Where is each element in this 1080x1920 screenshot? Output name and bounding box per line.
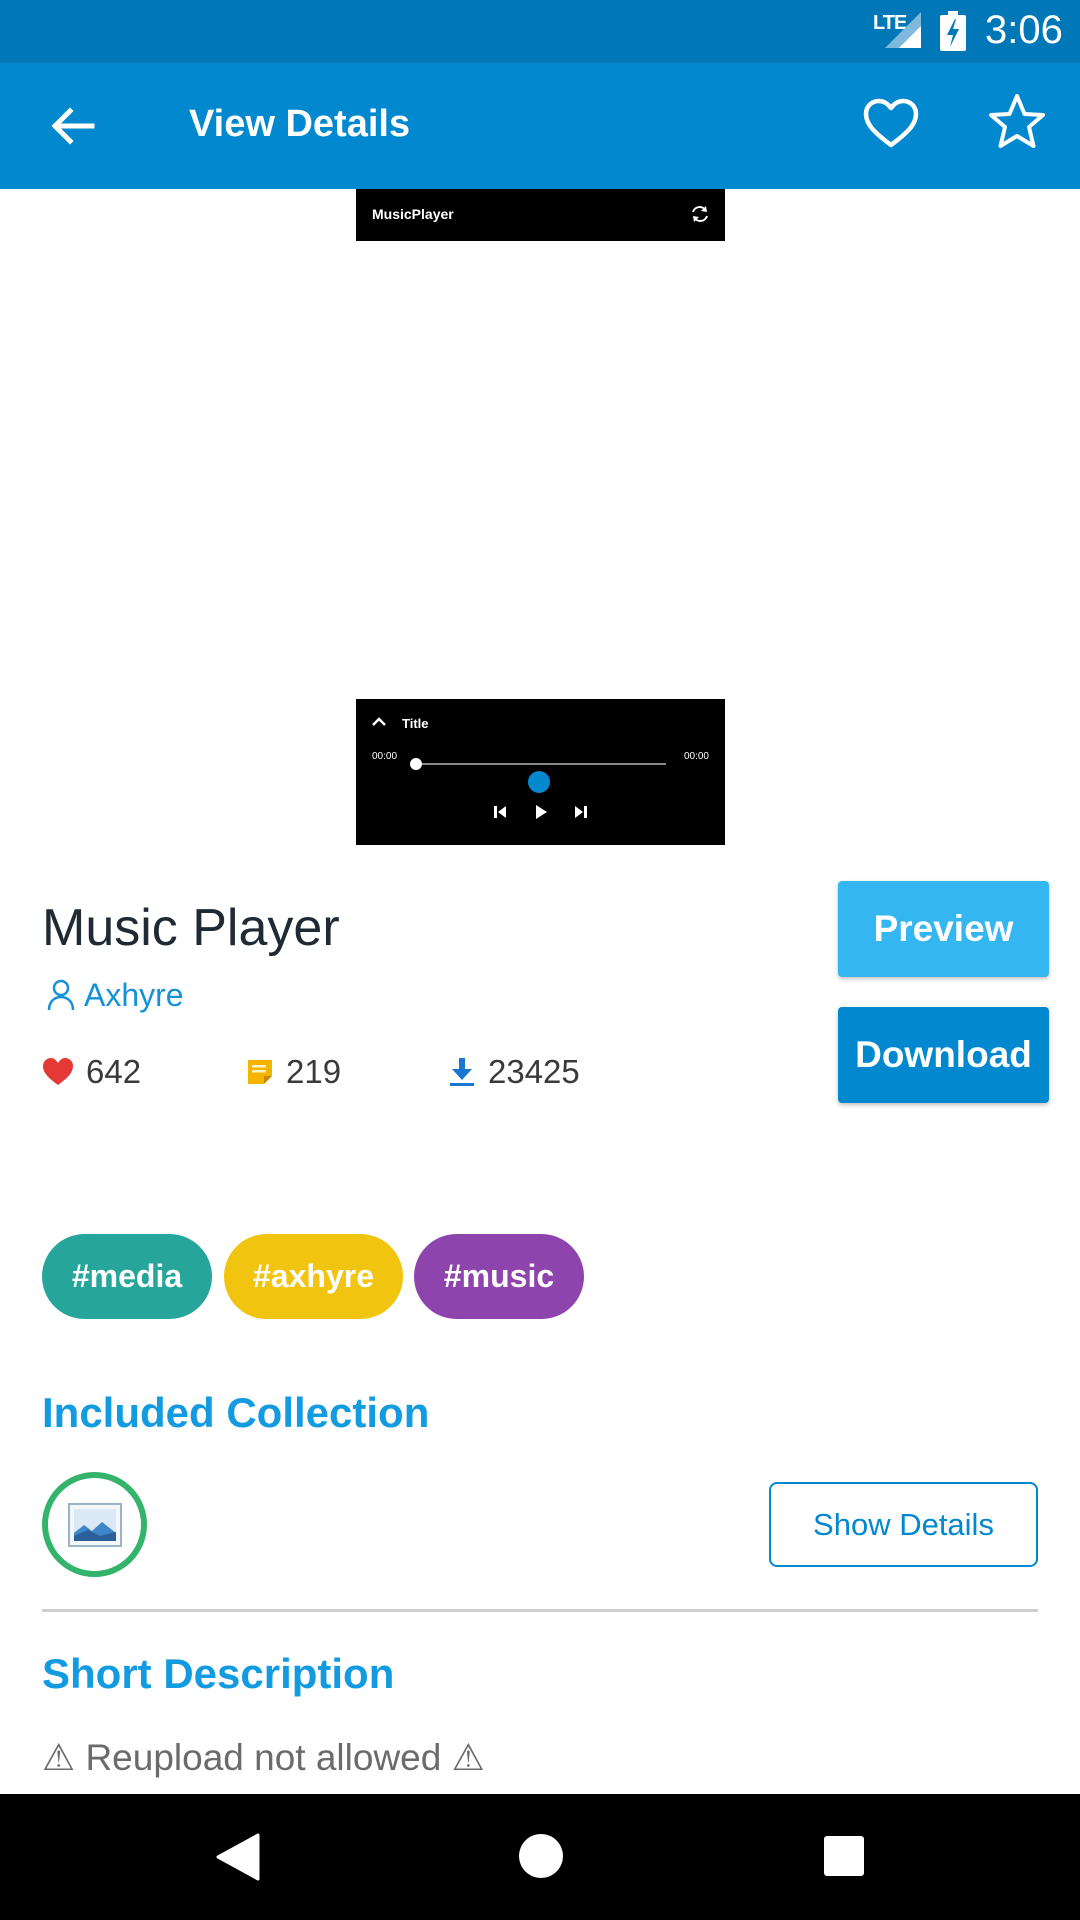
heart-icon	[43, 1058, 73, 1085]
preview-player: Title 00:00 00:00	[356, 699, 725, 845]
author-link[interactable]: Axhyre	[46, 975, 184, 1015]
status-bar: LTE 3:06	[0, 0, 1080, 63]
included-collection-heading: Included Collection	[42, 1389, 430, 1436]
downloads-stat: 23425	[448, 1050, 580, 1094]
app-bar: View Details	[0, 63, 1080, 189]
nav-home-icon[interactable]	[519, 1834, 563, 1878]
skip-next-icon	[575, 806, 587, 818]
download-icon	[450, 1058, 474, 1086]
description-text: ⚠ Reupload not allowed ⚠	[42, 1737, 485, 1778]
heart-outline-icon[interactable]	[860, 93, 922, 155]
nav-recents-icon[interactable]	[824, 1836, 864, 1876]
navigation-bar	[0, 1794, 1080, 1920]
tag-music[interactable]: #music	[414, 1234, 584, 1319]
tag-axhyre[interactable]: #axhyre	[224, 1234, 403, 1319]
short-description-heading: Short Description	[42, 1650, 395, 1697]
comments-count: 219	[286, 1053, 342, 1090]
battery-charging-icon	[940, 11, 966, 51]
seek-bar	[416, 763, 666, 765]
play-icon	[536, 805, 547, 819]
person-icon	[47, 979, 75, 1011]
image-placeholder-icon	[67, 1502, 122, 1547]
player-indicator	[528, 771, 550, 793]
skip-previous-icon	[494, 806, 506, 818]
downloads-count: 23425	[488, 1053, 580, 1090]
likes-count: 642	[86, 1053, 142, 1090]
signal-icon	[885, 12, 921, 48]
seek-thumb	[410, 758, 422, 770]
star-outline-icon[interactable]	[986, 91, 1048, 153]
player-time-end: 00:00	[683, 751, 709, 762]
back-arrow-icon[interactable]	[40, 93, 106, 159]
player-title: Title	[402, 716, 429, 731]
show-details-button[interactable]: Show Details	[769, 1482, 1038, 1567]
player-time-start: 00:00	[372, 751, 398, 762]
preview-app-title: MusicPlayer	[372, 206, 454, 222]
item-title: Music Player	[42, 899, 340, 957]
refresh-icon	[692, 206, 708, 222]
clock: 3:06	[985, 8, 1063, 52]
author-name: Axhyre	[84, 976, 184, 1013]
page-title: View Details	[189, 103, 411, 145]
chevron-up-icon	[372, 717, 386, 726]
tag-media[interactable]: #media	[42, 1234, 212, 1319]
nav-back-icon[interactable]	[214, 1831, 270, 1883]
download-button[interactable]: Download	[838, 1007, 1049, 1103]
preview-screenshot-header: MusicPlayer	[356, 189, 725, 241]
likes-stat: 642	[42, 1050, 141, 1094]
comments-stat: 219	[246, 1050, 341, 1094]
collection-avatar[interactable]	[42, 1472, 147, 1577]
note-icon	[248, 1060, 272, 1084]
divider	[42, 1609, 1038, 1612]
preview-button[interactable]: Preview	[838, 881, 1049, 977]
